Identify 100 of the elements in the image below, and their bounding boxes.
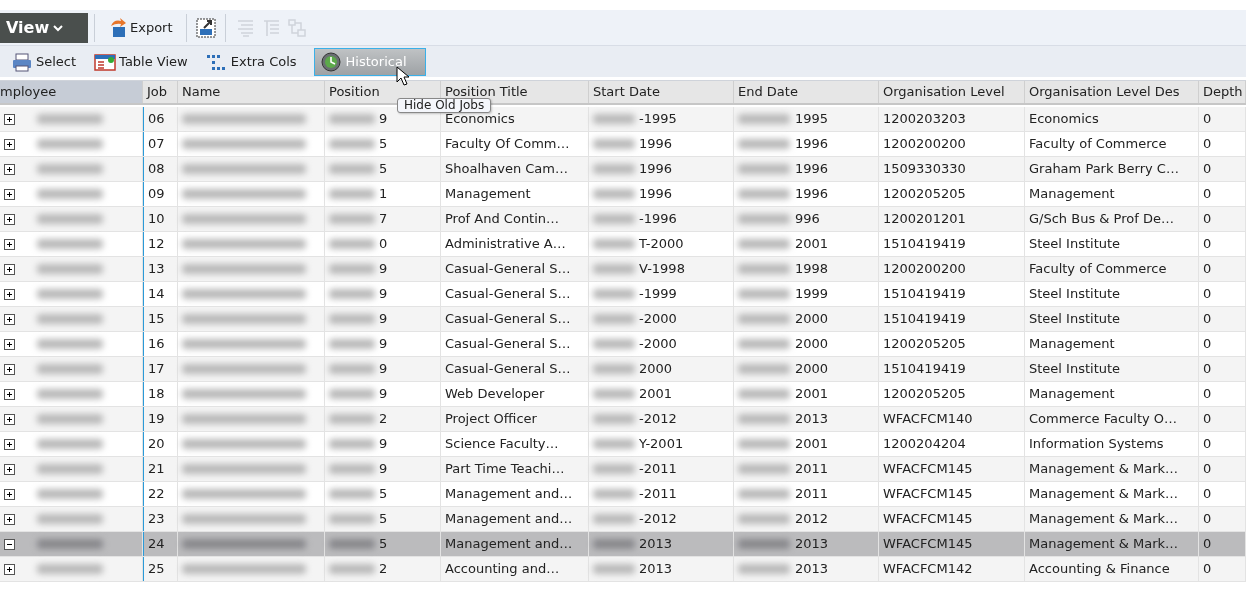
column-header[interactable]: Job xyxy=(143,81,178,103)
toolbar-button[interactable]: Table View xyxy=(87,47,195,76)
column-header[interactable]: Organisation Level xyxy=(879,81,1025,103)
blurred-text xyxy=(329,389,375,399)
table-cell: Casual-General S… xyxy=(441,282,589,306)
table-row[interactable]: 13 9 Casual-General S… V-1998 1998 1200200200 Faculty of Commerce 0 xyxy=(0,257,1246,282)
blurred-text xyxy=(738,114,790,124)
blurred-text xyxy=(329,539,375,549)
expand-icon[interactable] xyxy=(4,463,15,475)
expand-icon[interactable] xyxy=(4,413,15,425)
export-button[interactable]: Export xyxy=(101,13,180,42)
table-cell-text: 2011 xyxy=(795,460,829,479)
toolbar-button[interactable]: Select xyxy=(4,47,84,76)
table-row[interactable]: 25 2 Accounting and… 2013 2013 WFACFCM142 Accounting & Finance 0 xyxy=(0,557,1246,582)
table-cell-text: 2000 xyxy=(795,335,829,354)
expand-icon[interactable] xyxy=(4,313,15,325)
toolbar-button[interactable]: Extra Cols xyxy=(198,47,304,76)
column-header[interactable]: Start Date xyxy=(589,81,734,103)
table-cell: 24 xyxy=(143,532,178,556)
blurred-text xyxy=(593,364,635,374)
table-row[interactable]: 19 2 Project Officer -2012 2013 WFACFCM140 Commerce Faculty O… 0 xyxy=(0,407,1246,432)
table-cell: Science Faculty… xyxy=(441,432,589,456)
table-cell: 06 xyxy=(143,107,178,131)
table-cell-text: -2000 xyxy=(639,335,677,354)
collapse-icon[interactable] xyxy=(4,538,15,550)
column-header[interactable]: Organisation Level Des xyxy=(1025,81,1199,103)
blurred-text xyxy=(738,514,790,524)
table-cell-text: 1996 xyxy=(795,185,829,204)
table-cell-text: 9 xyxy=(379,360,388,379)
blurred-text xyxy=(329,114,375,124)
table-cell-text: 1999 xyxy=(795,285,829,304)
table-row[interactable]: 17 9 Casual-General S… 2000 2000 1510419419 Steel Institute 0 xyxy=(0,357,1246,382)
table-cell: 1200200200 xyxy=(879,132,1025,156)
table-cell: 0 xyxy=(1199,182,1246,206)
table-cell: Casual-General S… xyxy=(441,307,589,331)
table-cell: 0 xyxy=(1199,507,1246,531)
expand-icon[interactable] xyxy=(4,513,15,525)
expand-icon[interactable] xyxy=(4,213,15,225)
table-icon xyxy=(94,51,117,72)
expand-icon[interactable] xyxy=(4,563,15,575)
blurred-text xyxy=(329,514,375,524)
table-cell: Casual-General S… xyxy=(441,257,589,281)
table-row[interactable]: 23 5 Management and… -2012 2012 WFACFCM145 Management & Mark… 0 xyxy=(0,507,1246,532)
view-menu-button[interactable]: View xyxy=(0,12,88,43)
table-cell-text: -2000 xyxy=(639,310,677,329)
expand-icon[interactable] xyxy=(4,238,15,250)
blurred-text xyxy=(593,439,635,449)
expand-icon[interactable] xyxy=(4,488,15,500)
table-cell: Faculty of Commerce xyxy=(1025,257,1199,281)
table-cell-text: Y-2001 xyxy=(639,435,684,454)
clock-icon xyxy=(320,51,343,72)
table-cell-text: 1996 xyxy=(639,135,673,154)
column-header[interactable]: Name xyxy=(178,81,325,103)
table-cell: Steel Institute xyxy=(1025,307,1199,331)
expand-icon[interactable] xyxy=(4,163,15,175)
blurred-text xyxy=(593,164,635,174)
table-cell: 15 xyxy=(143,307,178,331)
table-cell-text: -1995 xyxy=(639,110,677,129)
expand-icon[interactable] xyxy=(4,388,15,400)
export-icon xyxy=(108,17,127,38)
blurred-text xyxy=(329,414,375,424)
expand-icon[interactable] xyxy=(4,188,15,200)
column-header[interactable]: End Date xyxy=(734,81,879,103)
expand-icon[interactable] xyxy=(4,288,15,300)
table-cell-text: 2001 xyxy=(639,385,673,404)
table-cell: G/Sch Bus & Prof De… xyxy=(1025,207,1199,231)
table-cell: 23 xyxy=(143,507,178,531)
table-cell: Management & Mark… xyxy=(1025,532,1199,556)
table-row[interactable]: 15 9 Casual-General S… -2000 2000 1510419419 Steel Institute 0 xyxy=(0,307,1246,332)
expand-icon[interactable] xyxy=(4,338,15,350)
printer-icon xyxy=(11,51,33,72)
table-row[interactable]: 24 5 Management and… 2013 2013 WFACFCM145 Management & Mark… 0 xyxy=(0,532,1246,557)
table-cell-text: 2001 xyxy=(795,435,829,454)
table-cell-text: 9 xyxy=(379,435,388,454)
blurred-text xyxy=(738,489,790,499)
expand-icon[interactable] xyxy=(4,438,15,450)
expand-icon[interactable] xyxy=(4,138,15,150)
table-cell: 0 xyxy=(1199,482,1246,506)
expand-icon[interactable] xyxy=(4,263,15,275)
table-cell: 0 xyxy=(1199,232,1246,256)
table-cell: Web Developer xyxy=(441,382,589,406)
table-cell: Commerce Faculty O… xyxy=(1025,407,1199,431)
table-cell: 12 xyxy=(143,232,178,256)
table-row[interactable]: 08 5 Shoalhaven Cam… 1996 1996 1509330330 Graham Park Berry C… 0 xyxy=(0,157,1246,182)
column-header[interactable]: Depth xyxy=(1199,81,1246,103)
expand-icon[interactable] xyxy=(4,113,15,125)
expand-icon[interactable] xyxy=(4,363,15,375)
table-cell-text: -2012 xyxy=(639,410,677,429)
table-cell: Management & Mark… xyxy=(1025,507,1199,531)
table-row[interactable]: 21 9 Part Time Teachi… -2011 2011 WFACFCM145 Management & Mark… 0 xyxy=(0,457,1246,482)
table-cell: 0 xyxy=(1199,357,1246,381)
blurred-text xyxy=(37,189,103,199)
table-cell-text: -2011 xyxy=(639,485,677,504)
blurred-text xyxy=(593,514,635,524)
blurred-text xyxy=(738,364,790,374)
table-cell: Economics xyxy=(1025,107,1199,131)
column-header[interactable]: mployee xyxy=(0,81,143,103)
chart-export-icon[interactable] xyxy=(195,17,216,38)
table-row[interactable]: 10 7 Prof And Contin… -1996 996 1200201201 G/Sch Bus & Prof De… 0 xyxy=(0,207,1246,232)
blurred-text xyxy=(37,264,103,274)
